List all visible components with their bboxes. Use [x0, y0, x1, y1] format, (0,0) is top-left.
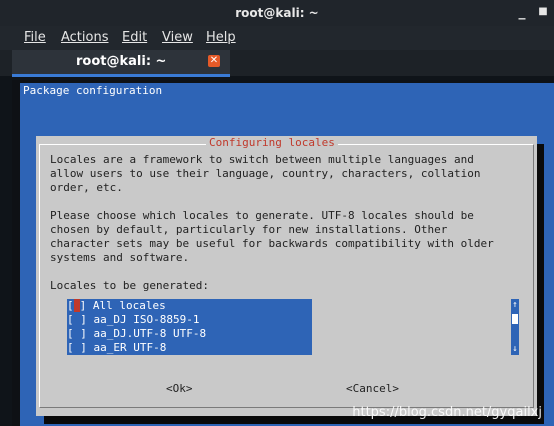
menu-edit[interactable]: Edit — [122, 29, 147, 47]
list-item[interactable]: [ ] aa_ER UTF-8 — [67, 341, 166, 355]
package-config-header: Package configuration — [20, 83, 554, 99]
list-item[interactable]: [ ] aa_DJ.UTF-8 UTF-8 — [67, 327, 206, 341]
menu-help[interactable]: Help — [206, 29, 236, 47]
choose-line-2: chosen by default, particularly for new … — [50, 223, 448, 236]
window-title: root@kali: ~ — [235, 6, 319, 20]
list-label: Locales to be generated: — [50, 279, 209, 292]
list-item[interactable]: [ ] aa_DJ ISO-8859-1 — [67, 313, 199, 327]
window-titlebar: root@kali: ~ _ ■ — [0, 0, 554, 26]
scroll-down-icon[interactable]: ↓ — [511, 343, 519, 355]
intro-line-3: order, etc. — [50, 181, 123, 194]
scroll-thumb[interactable] — [512, 314, 518, 324]
menu-bar: File Actions Edit View Help — [0, 26, 554, 50]
tab-terminal[interactable]: root@kali: ~ ✕ — [12, 50, 230, 77]
locale-list[interactable]: [] All locales [ ] aa_DJ ISO-8859-1 [ ] … — [67, 299, 312, 355]
tab-label: root@kali: ~ — [76, 54, 167, 69]
terminal-blue-background: Configuring locales Locales are a framew… — [20, 99, 554, 426]
choose-line-3: character sets may be useful for backwar… — [50, 237, 494, 250]
scroll-up-icon[interactable]: ↑ — [511, 299, 519, 311]
tab-bar: root@kali: ~ ✕ — [0, 50, 554, 77]
dialog-title: Configuring locales — [206, 136, 338, 150]
choose-line-4: systems and software. — [50, 251, 190, 264]
choose-line-1: Please choose which locales to generate.… — [50, 209, 474, 222]
cancel-button[interactable]: <Cancel> — [346, 382, 399, 396]
cursor-icon — [73, 299, 80, 312]
menu-view[interactable]: View — [162, 29, 193, 47]
terminal-area[interactable]: Package configuration Configuring locale… — [12, 80, 554, 426]
close-window-button[interactable]: ■ — [535, 4, 551, 20]
intro-line-1: Locales are a framework to switch betwee… — [50, 153, 474, 166]
list-item-all-locales[interactable]: [] All locales — [67, 299, 166, 313]
minimize-button[interactable]: _ — [514, 4, 530, 20]
watermark-text: https://blog.csdn.net/gyqailxj — [352, 405, 542, 420]
menu-file[interactable]: File — [24, 29, 46, 47]
intro-line-2: allow users to use their language, count… — [50, 167, 481, 180]
menu-actions[interactable]: Actions — [61, 29, 109, 47]
ok-button[interactable]: <Ok> — [166, 382, 193, 396]
locales-dialog: Configuring locales Locales are a framew… — [36, 136, 537, 416]
list-scrollbar[interactable]: ↑ ↓ — [511, 299, 519, 355]
tab-close-icon[interactable]: ✕ — [208, 55, 220, 67]
